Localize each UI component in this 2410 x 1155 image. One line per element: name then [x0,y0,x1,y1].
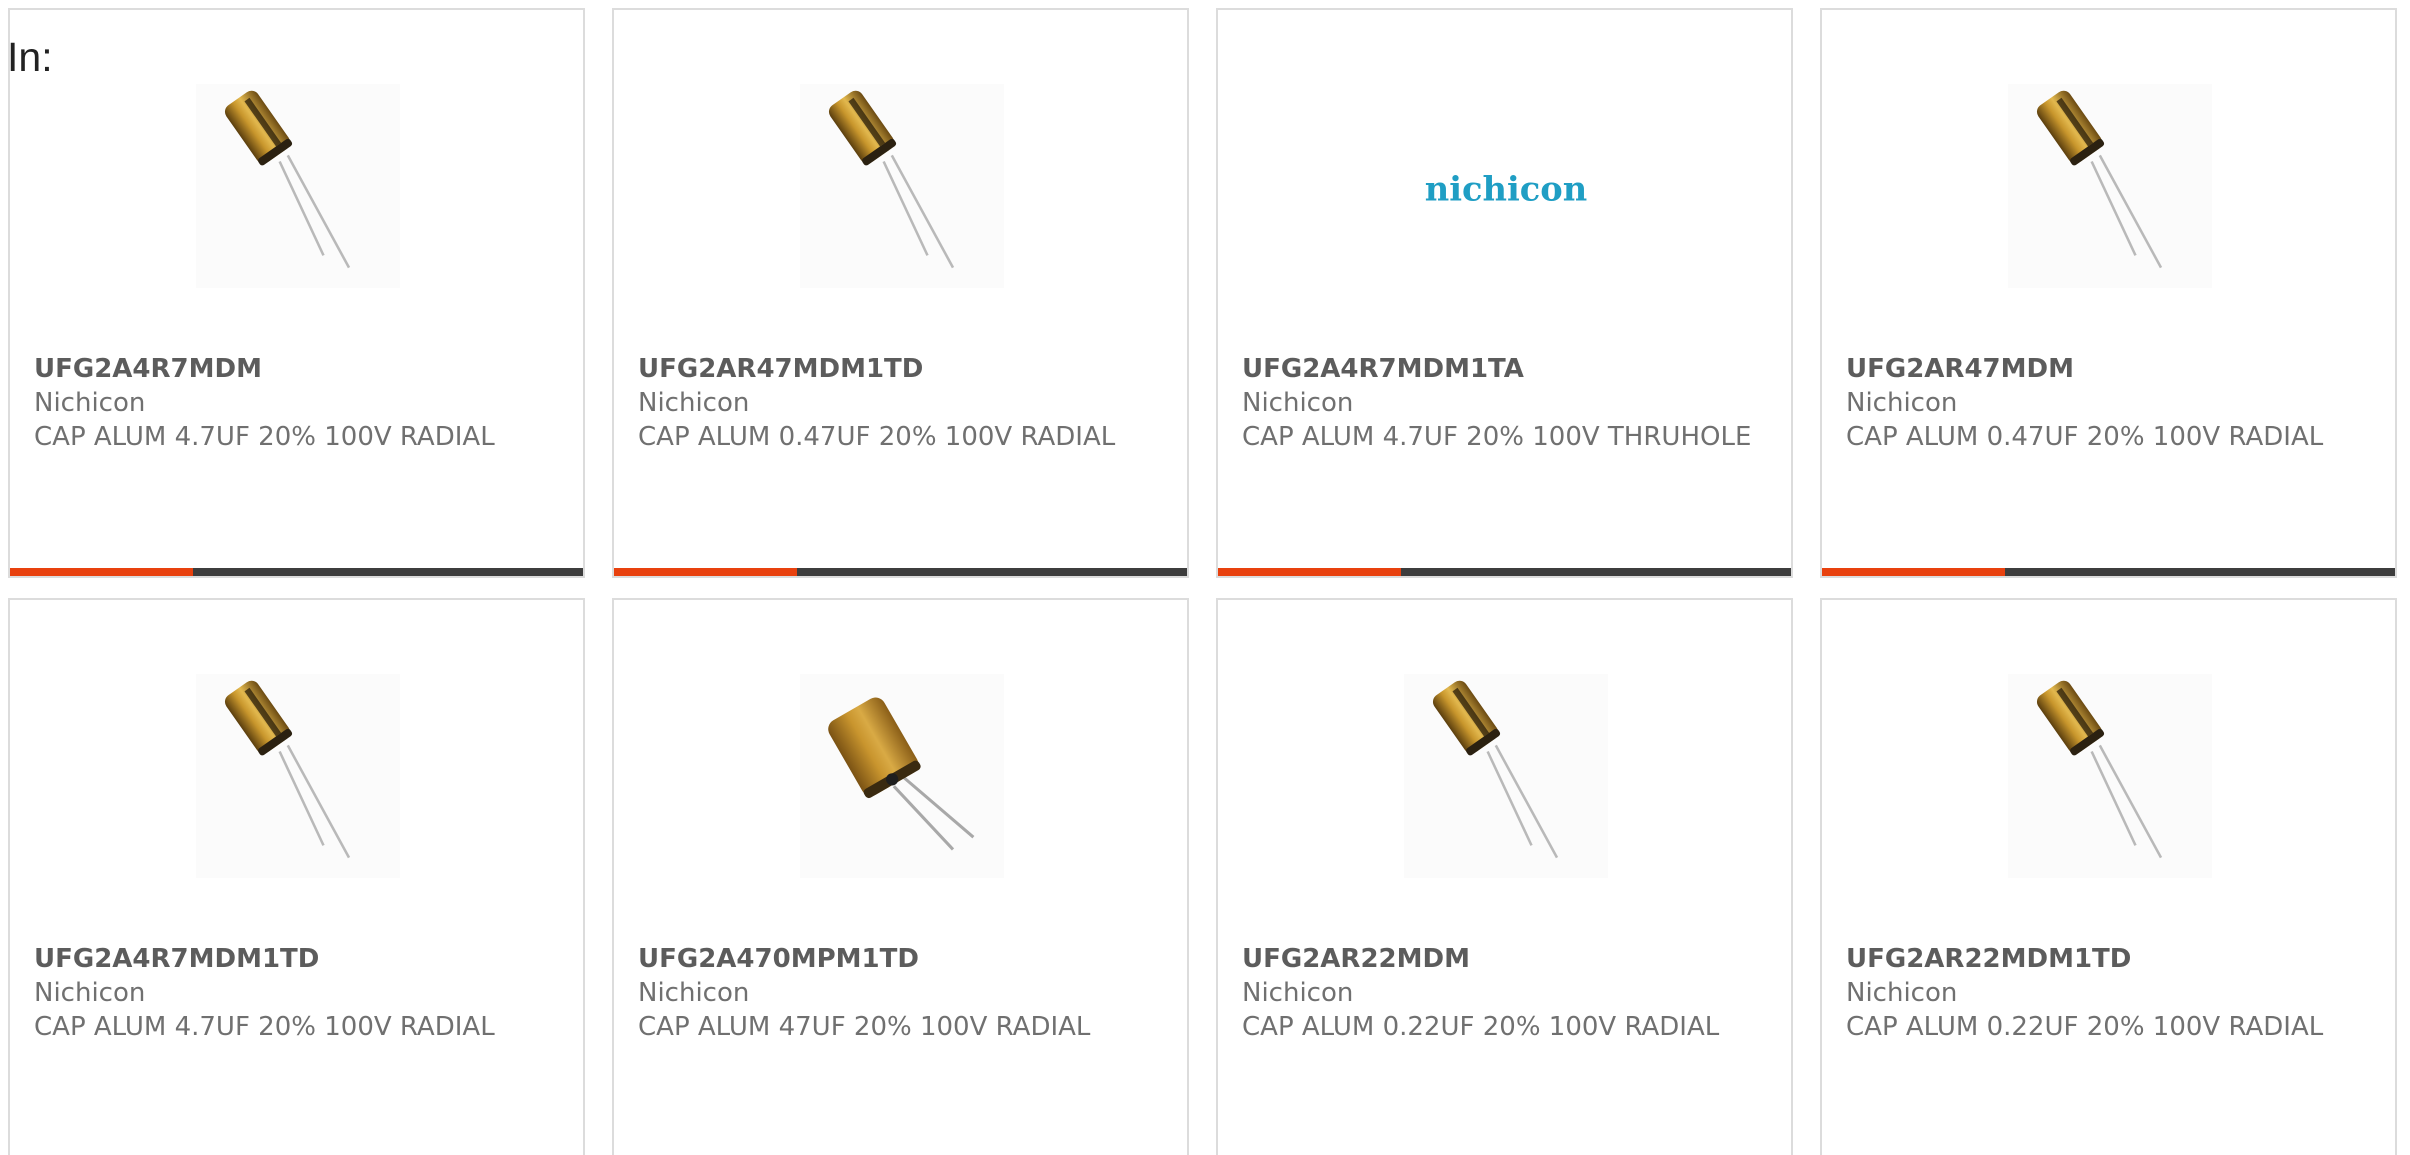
description: CAP ALUM 0.22UF 20% 100V RADIAL [1846,1012,2324,1042]
card-bottom-bar [1218,568,1791,576]
product-card[interactable]: nichicon UFG2A4R7MDM1TA Nichicon CAP ALU… [1216,8,1793,578]
manufacturer: Nichicon [1846,978,1958,1008]
product-card[interactable]: UFG2A4R7MDM Nichicon CAP ALUM 4.7UF 20% … [8,8,585,578]
nichicon-logo-text: nichicon [1425,168,1587,208]
part-number-link[interactable]: UFG2A470MPM1TD [638,942,1167,976]
manufacturer: Nichicon [1242,388,1354,418]
description: CAP ALUM 4.7UF 20% 100V RADIAL [34,1012,495,1042]
product-info: UFG2AR22MDM Nichicon CAP ALUM 0.22UF 20%… [1242,942,1771,1044]
card-accent-bar [10,568,193,576]
product-card[interactable]: UFG2AR47MDM1TD Nichicon CAP ALUM 0.47UF … [612,8,1189,578]
card-accent-bar [1218,568,1401,576]
card-accent-bar [1822,568,2005,576]
part-number-link[interactable]: UFG2AR47MDM1TD [638,352,1167,386]
product-card[interactable]: UFG2AR22MDM1TD Nichicon CAP ALUM 0.22UF … [1820,598,2397,1155]
manufacturer: Nichicon [34,388,146,418]
description: CAP ALUM 4.7UF 20% 100V THRUHOLE [1242,422,1752,452]
capacitor-image[interactable] [800,84,1004,288]
part-number-link[interactable]: UFG2AR47MDM [1846,352,2375,386]
manufacturer: Nichicon [638,978,750,1008]
capacitor-image[interactable] [2008,84,2212,288]
description: CAP ALUM 0.22UF 20% 100V RADIAL [1242,1012,1720,1042]
filter-in-label: In: [7,34,53,80]
product-card[interactable]: UFG2A4R7MDM1TD Nichicon CAP ALUM 4.7UF 2… [8,598,585,1155]
product-info: UFG2A4R7MDM1TD Nichicon CAP ALUM 4.7UF 2… [34,942,563,1044]
card-accent-bar [614,568,797,576]
part-number-link[interactable]: UFG2A4R7MDM1TD [34,942,563,976]
capacitor-image[interactable] [196,84,400,288]
description: CAP ALUM 4.7UF 20% 100V RADIAL [34,422,495,452]
manufacturer: Nichicon [638,388,750,418]
capacitor-image[interactable] [196,674,400,878]
product-info: UFG2AR47MDM Nichicon CAP ALUM 0.47UF 20%… [1846,352,2375,454]
part-number-link[interactable]: UFG2A4R7MDM1TA [1242,352,1771,386]
description: CAP ALUM 47UF 20% 100V RADIAL [638,1012,1091,1042]
description: CAP ALUM 0.47UF 20% 100V RADIAL [1846,422,2324,452]
product-card[interactable]: UFG2AR47MDM Nichicon CAP ALUM 0.47UF 20%… [1820,8,2397,578]
nichicon-logo[interactable]: nichicon [1404,84,1608,288]
manufacturer: Nichicon [1846,388,1958,418]
capacitor-image[interactable] [2008,674,2212,878]
part-number-link[interactable]: UFG2AR22MDM1TD [1846,942,2375,976]
product-card[interactable]: UFG2A470MPM1TD Nichicon CAP ALUM 47UF 20… [612,598,1189,1155]
description: CAP ALUM 0.47UF 20% 100V RADIAL [638,422,1116,452]
product-info: UFG2A470MPM1TD Nichicon CAP ALUM 47UF 20… [638,942,1167,1044]
capacitor-image[interactable] [800,674,1004,878]
part-number-link[interactable]: UFG2AR22MDM [1242,942,1771,976]
card-bottom-bar [1822,568,2395,576]
manufacturer: Nichicon [34,978,146,1008]
product-info: UFG2A4R7MDM1TA Nichicon CAP ALUM 4.7UF 2… [1242,352,1771,454]
product-info: UFG2AR22MDM1TD Nichicon CAP ALUM 0.22UF … [1846,942,2375,1044]
card-bottom-bar [614,568,1187,576]
manufacturer: Nichicon [1242,978,1354,1008]
product-info: UFG2AR47MDM1TD Nichicon CAP ALUM 0.47UF … [638,352,1167,454]
card-bottom-bar [10,568,583,576]
product-card[interactable]: UFG2AR22MDM Nichicon CAP ALUM 0.22UF 20%… [1216,598,1793,1155]
part-number-link[interactable]: UFG2A4R7MDM [34,352,563,386]
capacitor-image[interactable] [1404,674,1608,878]
product-info: UFG2A4R7MDM Nichicon CAP ALUM 4.7UF 20% … [34,352,563,454]
